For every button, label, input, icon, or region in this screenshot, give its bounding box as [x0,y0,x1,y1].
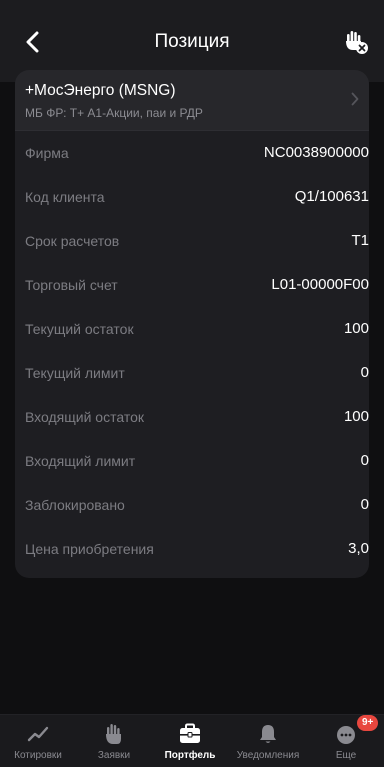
detail-row-blocked: Заблокировано 0 [15,484,369,528]
tab-label: Еще [335,750,357,761]
notification-badge: 9+ [357,715,379,731]
instrument-name: +МосЭнерго (MSNG) [25,82,176,99]
detail-label: Заблокировано [25,497,125,513]
tab-quotes[interactable]: Котировки [0,715,76,767]
instrument-market: МБ ФР: Т+ А1-Акции, паи и РДР [25,106,203,120]
chevron-right-icon [351,92,359,111]
detail-value: T1 [351,232,369,249]
hand-order-icon [106,724,121,744]
detail-row-opening-limit: Входящий лимит 0 [15,440,369,484]
tab-label: Заявки [97,750,131,761]
more-icon-wrap: 9+ [333,715,379,745]
briefcase-icon [180,723,200,743]
detail-label: Торговый счет [25,277,118,293]
tab-orders[interactable]: Заявки [76,715,152,767]
page-title: Позиция [154,31,230,52]
tab-label: Портфель [164,750,216,761]
detail-value: 0 [360,452,369,469]
detail-value: 100 [343,408,369,425]
position-card: +МосЭнерго (MSNG) МБ ФР: Т+ А1-Акции, па… [15,70,369,578]
detail-label: Код клиента [25,189,105,205]
tab-notifications[interactable]: Уведомления [228,715,308,767]
cancel-orders-button[interactable] [340,26,372,58]
tab-label: Уведомления [236,750,300,761]
detail-row-purchase-price: Цена приобретения 3,0 [15,528,369,572]
detail-value: L01-00000F00 [271,276,369,293]
detail-value: 0 [360,496,369,513]
detail-value: 3,0 [348,540,369,557]
detail-value: NC0038900000 [263,144,369,161]
hand-cancel-icon [346,31,368,54]
detail-label: Фирма [25,145,69,161]
more-dots-icon [337,726,355,744]
detail-label: Цена приобретения [25,541,154,557]
detail-row-current-limit: Текущий лимит 0 [15,352,369,396]
detail-value: 0 [360,364,369,381]
detail-label: Срок расчетов [25,233,120,249]
tab-portfolio[interactable]: Портфель [152,715,228,767]
detail-row-settlement: Срок расчетов T1 [15,220,369,264]
detail-label: Текущий остаток [25,321,134,337]
detail-value: 100 [343,320,369,337]
detail-row-client-code: Код клиента Q1/100631 [15,176,369,220]
detail-value: Q1/100631 [294,188,369,205]
detail-label: Входящий лимит [25,453,136,469]
detail-label: Входящий остаток [25,409,144,425]
detail-row-opening-balance: Входящий остаток 100 [15,396,369,440]
bell-icon [260,725,276,743]
bottom-tab-bar: Котировки Заявки Портфель Уведомления 9+… [0,714,384,767]
position-screen: Позиция +МосЭнерго (MSNG) МБ ФР: Т+ А1-А… [0,0,384,767]
tab-more[interactable]: 9+ Еще [308,715,384,767]
detail-label: Текущий лимит [25,365,125,381]
trend-line-icon [27,726,49,742]
detail-row-current-balance: Текущий остаток 100 [15,308,369,352]
detail-row-firm: Фирма NC0038900000 [15,132,369,176]
instrument-row[interactable]: +МосЭнерго (MSNG) МБ ФР: Т+ А1-Акции, па… [15,70,369,131]
detail-row-trade-account: Торговый счет L01-00000F00 [15,264,369,308]
tab-label: Котировки [14,750,62,761]
